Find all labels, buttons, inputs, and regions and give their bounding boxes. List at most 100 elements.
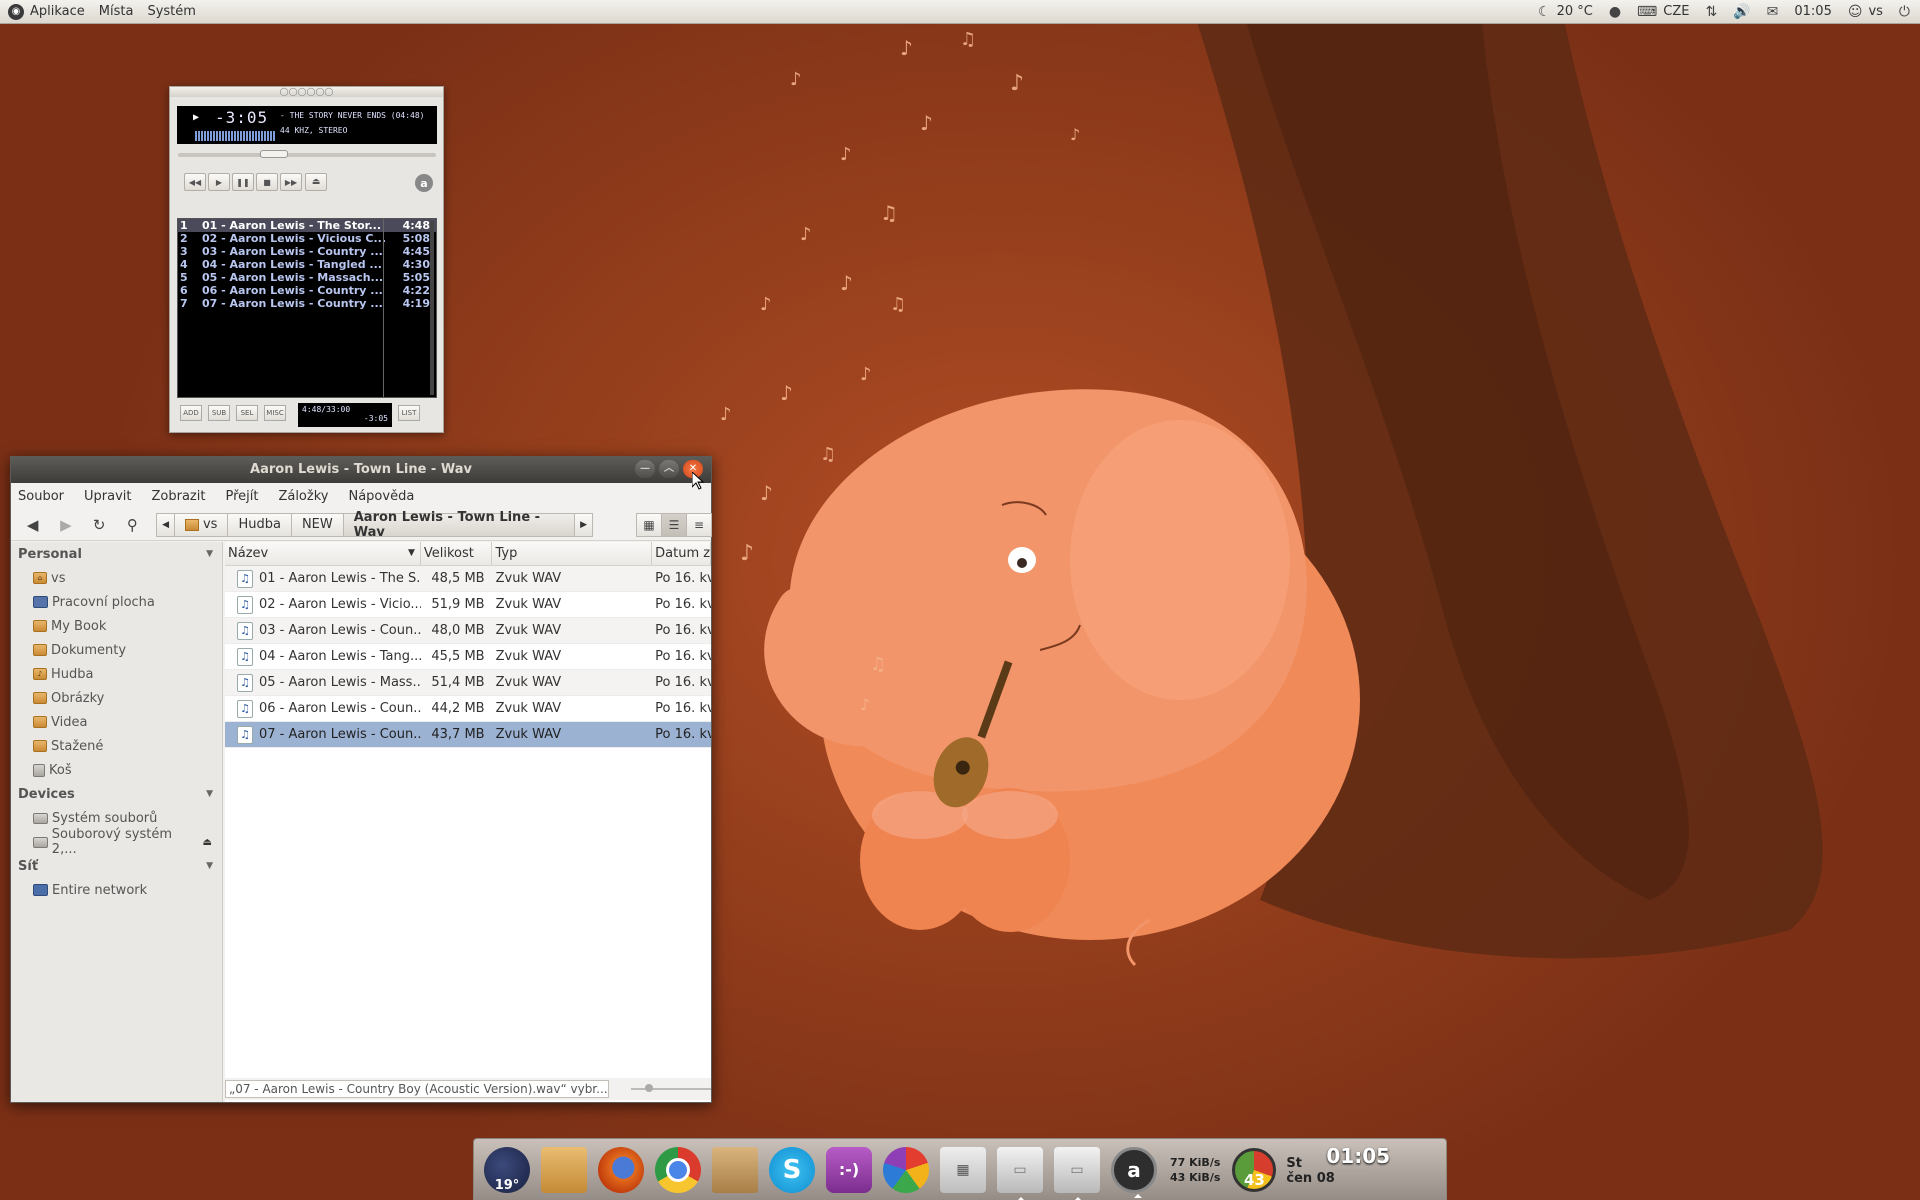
back-button[interactable]: ◀: [19, 513, 46, 537]
compact-view-button[interactable]: ≡: [685, 512, 712, 537]
previous-button[interactable]: ◀◀: [184, 173, 206, 191]
play-button[interactable]: ▶: [208, 173, 230, 191]
menu-help[interactable]: Nápověda: [348, 489, 414, 504]
power-icon[interactable]: ⏻: [1899, 4, 1910, 20]
sidebar-section-devices[interactable]: Devices ▼: [11, 782, 222, 806]
sidebar-item-filesystem-2[interactable]: Souborový systém 2,... ⏏: [11, 827, 222, 857]
playlist-list-button[interactable]: LIST: [398, 405, 420, 421]
column-name-header[interactable]: Název ▼: [225, 542, 421, 565]
column-size-header[interactable]: Velikost: [421, 542, 493, 565]
file-row[interactable]: ♫ 04 - Aaron Lewis - Tang... 45,5 MB Zvuk…: [225, 644, 711, 670]
column-date-header[interactable]: Datum zm: [652, 542, 711, 565]
dock-skype-icon[interactable]: S: [769, 1146, 815, 1193]
dock-cpu-gauge[interactable]: 43: [1232, 1147, 1277, 1192]
playlist-item[interactable]: 7 07 - Aaron Lewis - Country ... 4:19: [178, 297, 436, 310]
playlist-item[interactable]: 4 04 - Aaron Lewis - Tangled ... 4:30: [178, 258, 436, 271]
dock-weather[interactable]: 19°: [484, 1146, 530, 1193]
sidebar-item-music[interactable]: ♪ Hudba: [11, 662, 222, 686]
breadcrumb-vs[interactable]: vs: [173, 512, 229, 537]
next-button[interactable]: ▶▶: [280, 173, 302, 191]
sidebar-item-entire-network[interactable]: Entire network: [11, 878, 222, 902]
column-type-header[interactable]: Typ: [492, 542, 653, 565]
seek-knob[interactable]: [260, 150, 288, 158]
playlist-item[interactable]: 1 01 - Aaron Lewis - The Stor... 4:48: [178, 219, 436, 232]
search-button[interactable]: ⚲: [119, 513, 146, 537]
volume-icon[interactable]: 🔊: [1733, 4, 1750, 20]
applications-menu[interactable]: ◉ Aplikace: [8, 3, 85, 20]
playlist-item[interactable]: 2 02 - Aaron Lewis - Vicious C... 5:08: [178, 232, 436, 245]
window-titlebar[interactable]: Aaron Lewis - Town Line - Wav — ︿ ✕: [11, 457, 711, 483]
eject-icon[interactable]: ⏏: [203, 837, 212, 848]
sidebar-section-network[interactable]: Síť ▼: [11, 854, 222, 878]
menu-file[interactable]: Soubor: [18, 489, 64, 504]
system-menu[interactable]: Systém: [147, 4, 195, 19]
file-row[interactable]: ♫ 01 - Aaron Lewis - The S... 48,5 MB Zvu…: [225, 566, 711, 592]
file-row-selected[interactable]: ♫ 07 - Aaron Lewis - Coun... 43,7 MB Zvuk…: [225, 722, 711, 748]
file-row[interactable]: ♫ 05 - Aaron Lewis - Mass... 51,4 MB Zvuk…: [225, 670, 711, 696]
keyboard-indicator[interactable]: ⌨ CZE: [1637, 4, 1689, 20]
network-icon[interactable]: ⇅: [1705, 4, 1717, 20]
minimize-button[interactable]: —: [635, 460, 655, 478]
breadcrumb-right-arrow[interactable]: ▶: [574, 512, 593, 537]
dock-drawer-icon[interactable]: ▭: [1054, 1146, 1100, 1200]
sidebar-item-pictures[interactable]: Obrázky: [11, 686, 222, 710]
pause-button[interactable]: ❚❚: [232, 173, 254, 191]
sidebar-item-desktop[interactable]: Pracovní plocha: [11, 590, 222, 614]
file-row[interactable]: ♫ 06 - Aaron Lewis - Coun... 44,2 MB Zvuk…: [225, 696, 711, 722]
dock-package-installer-icon[interactable]: [712, 1146, 758, 1193]
drop-icon[interactable]: ●: [1609, 4, 1621, 20]
playlist-sub-button[interactable]: SUB: [208, 405, 230, 421]
zoom-slider-knob[interactable]: [645, 1084, 654, 1092]
stop-button[interactable]: ■: [256, 173, 278, 191]
clock[interactable]: 01:05: [1794, 4, 1831, 19]
playlist-item[interactable]: 6 06 - Aaron Lewis - Country ... 4:22: [178, 284, 436, 297]
playlist-scrollbar[interactable]: [430, 221, 434, 395]
dock-clock[interactable]: 01:05 St čen 08: [1286, 1140, 1396, 1200]
seek-bar[interactable]: [178, 153, 436, 157]
playlist-item[interactable]: 3 03 - Aaron Lewis - Country ... 4:45: [178, 245, 436, 258]
dock-firefox-icon[interactable]: [598, 1146, 644, 1193]
sidebar-item-documents[interactable]: Dokumenty: [11, 638, 222, 662]
eject-button[interactable]: ⏏: [305, 173, 327, 191]
dock-chrome-icon[interactable]: [655, 1146, 701, 1193]
sidebar-item-my-book[interactable]: My Book: [11, 614, 222, 638]
menu-bookmarks[interactable]: Záložky: [278, 489, 328, 504]
dock-drawer-icon[interactable]: ▭: [997, 1146, 1043, 1200]
sidebar-item-vs[interactable]: ⌂ vs: [11, 566, 222, 590]
menu-go[interactable]: Přejít: [225, 489, 258, 504]
places-menu[interactable]: Místa: [99, 4, 134, 19]
menu-view[interactable]: Zobrazit: [151, 489, 205, 504]
icon-view-button[interactable]: ▦: [635, 512, 662, 537]
menu-edit[interactable]: Upravit: [84, 489, 131, 504]
dock-messenger-icon[interactable]: :-): [826, 1146, 872, 1193]
breadcrumb-hudba[interactable]: Hudba: [227, 512, 292, 537]
dock-audacious-icon[interactable]: a: [1111, 1146, 1157, 1198]
audacious-logo-icon[interactable]: a: [415, 174, 433, 192]
sidebar-section-personal[interactable]: Personal ▼: [11, 542, 222, 566]
sidebar-item-trash[interactable]: Koš: [11, 758, 222, 782]
breadcrumb-current[interactable]: Aaron Lewis - Town Line - Wav: [342, 510, 576, 540]
playlist-item[interactable]: 5 05 - Aaron Lewis - Massach... 5:05: [178, 271, 436, 284]
user-menu[interactable]: ☺ vs: [1848, 4, 1883, 20]
sidebar-item-videos[interactable]: Videa: [11, 710, 222, 734]
list-view-button[interactable]: ☰: [660, 512, 687, 537]
reload-button[interactable]: ↻: [86, 513, 113, 537]
playlist-sel-button[interactable]: SEL: [236, 405, 258, 421]
file-row[interactable]: ♫ 02 - Aaron Lewis - Vicio... 51,9 MB Zvu…: [225, 592, 711, 618]
file-row[interactable]: ♫ 03 - Aaron Lewis - Coun... 48,0 MB Zvuk…: [225, 618, 711, 644]
maximize-button[interactable]: ︿: [659, 460, 679, 478]
player-time[interactable]: -3:05: [215, 108, 268, 127]
dock-network-monitor[interactable]: 77 KiB/s 43 KiB/s: [1170, 1155, 1220, 1185]
breadcrumb-left-arrow[interactable]: ◀: [156, 512, 175, 537]
sidebar-item-downloads[interactable]: Stažené: [11, 734, 222, 758]
playlist-misc-button[interactable]: MISC: [264, 405, 286, 421]
breadcrumb-new[interactable]: NEW: [290, 512, 344, 537]
visualizer[interactable]: [195, 131, 275, 141]
forward-button[interactable]: ▶: [52, 513, 79, 537]
mail-icon[interactable]: ✉: [1767, 4, 1779, 20]
dock-picasa-icon[interactable]: [883, 1146, 929, 1193]
player-titlebar[interactable]: ◯◯◯◯◯◯: [170, 87, 443, 97]
playlist-add-button[interactable]: ADD: [180, 405, 202, 421]
dock-folder-icon[interactable]: [541, 1146, 587, 1193]
zoom-slider[interactable]: [631, 1084, 711, 1092]
